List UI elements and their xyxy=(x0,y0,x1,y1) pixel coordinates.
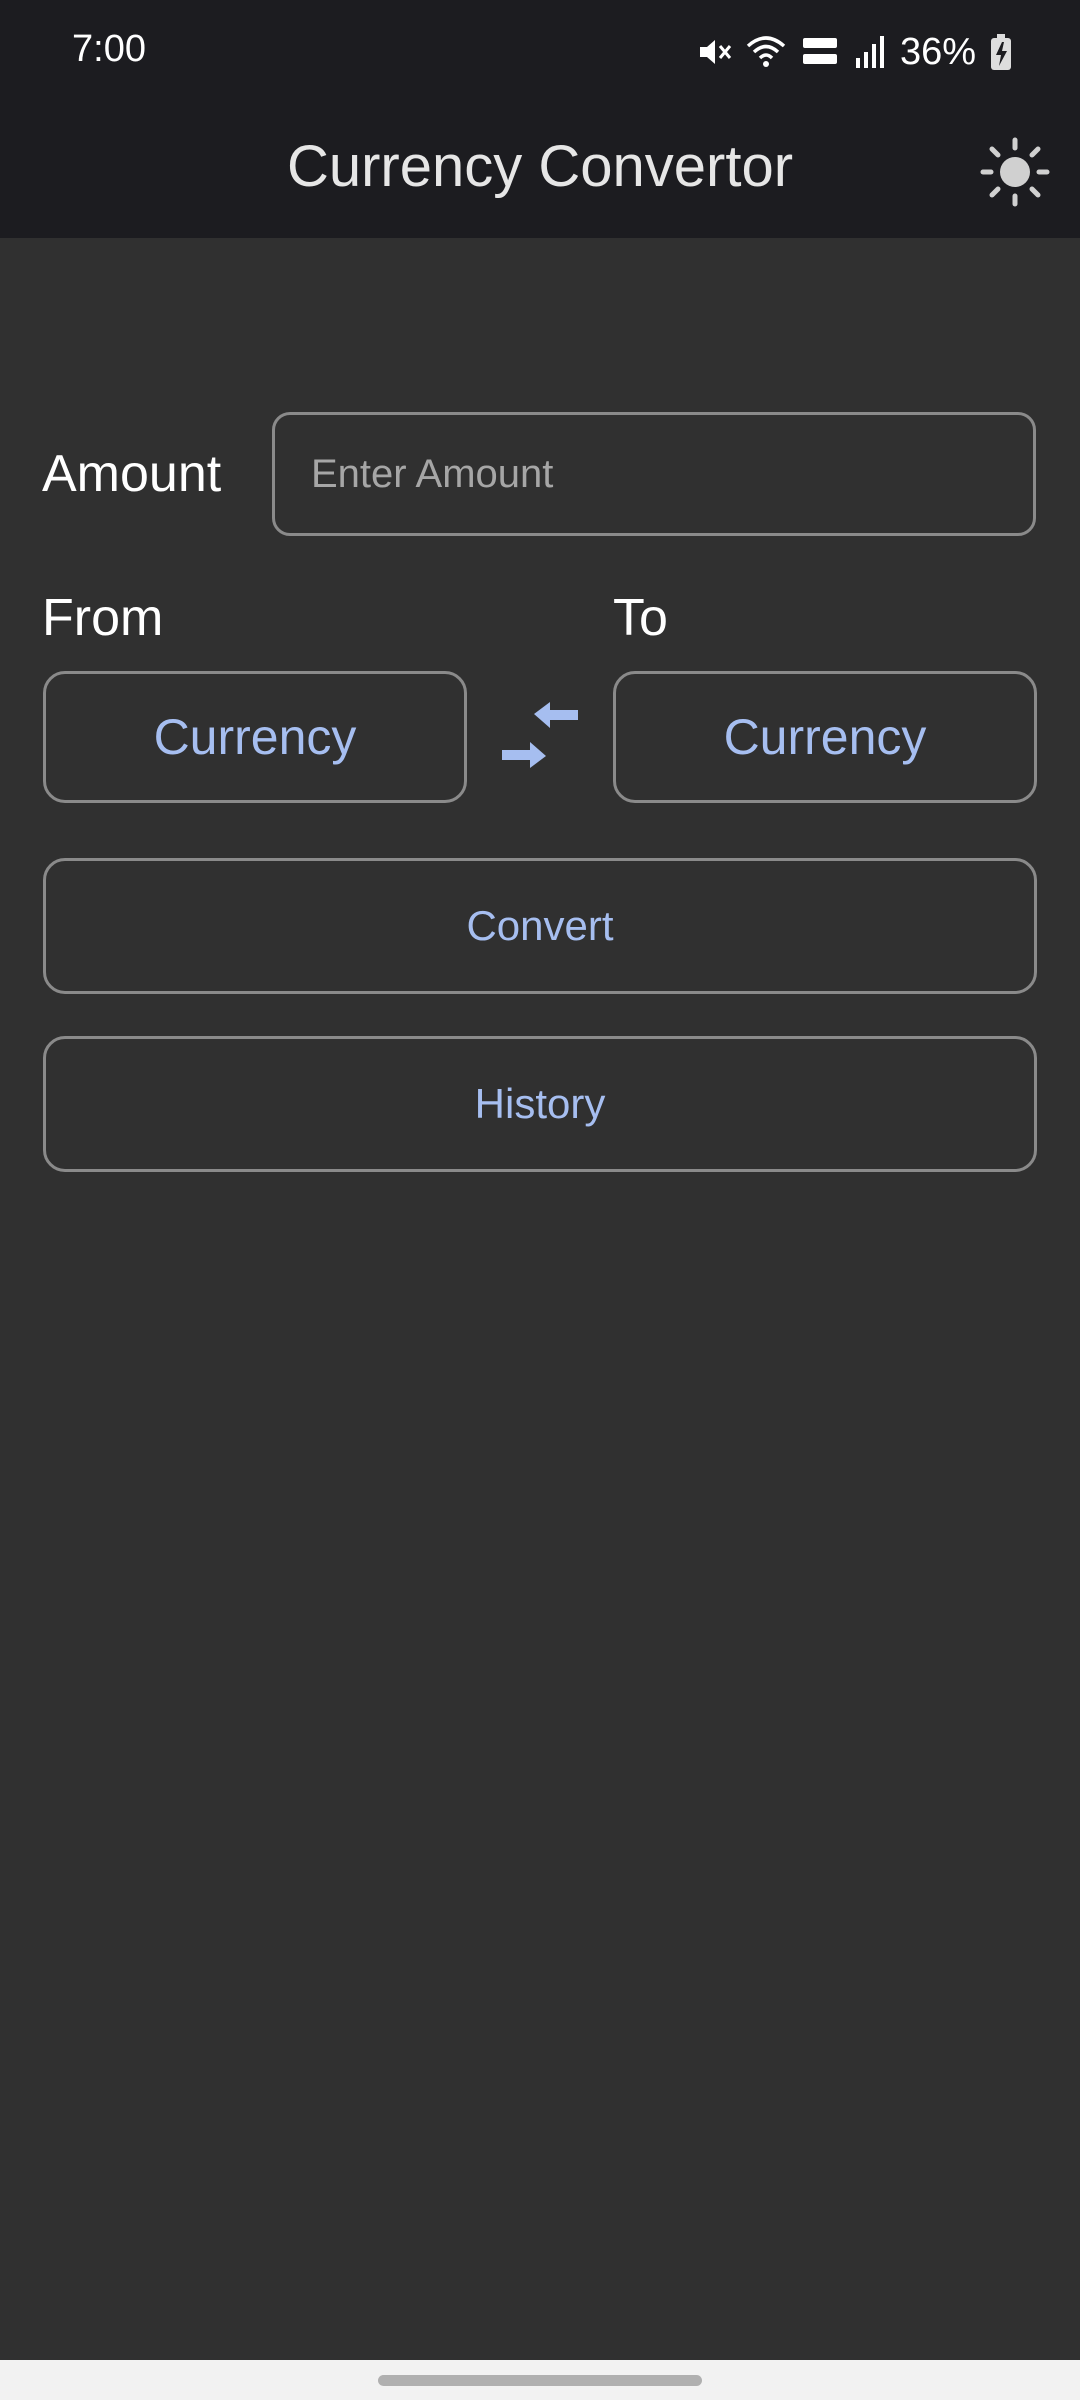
app-title: Currency Convertor xyxy=(286,134,794,199)
from-currency-button[interactable]: Currency xyxy=(43,671,467,803)
to-currency-button[interactable]: Currency xyxy=(613,671,1037,803)
signal-icon xyxy=(855,36,884,68)
sun-icon[interactable] xyxy=(980,137,1050,207)
convert-label: Convert xyxy=(466,902,614,949)
wifi-icon xyxy=(746,36,786,67)
swap-arrows-icon[interactable] xyxy=(498,700,582,770)
volte-icon xyxy=(802,38,837,64)
history-label: History xyxy=(474,1080,606,1127)
status-bar: 7:00 36% xyxy=(0,0,1080,105)
status-icons: 36% xyxy=(696,22,1012,82)
to-label: To xyxy=(613,589,668,647)
to-currency-label: Currency xyxy=(723,709,927,765)
from-currency-label: Currency xyxy=(153,709,357,765)
battery-percent: 36% xyxy=(899,30,976,73)
status-time: 7:00 xyxy=(72,28,146,70)
history-button[interactable]: History xyxy=(43,1036,1037,1172)
battery-charging-icon xyxy=(991,34,1011,70)
convert-button[interactable]: Convert xyxy=(43,858,1037,994)
home-gesture-handle[interactable] xyxy=(378,2375,702,2386)
amount-input[interactable] xyxy=(272,412,1036,536)
from-label: From xyxy=(42,589,164,647)
mute-icon xyxy=(699,40,732,64)
app-bar: Currency Convertor xyxy=(0,105,1080,238)
amount-label: Amount xyxy=(42,445,222,503)
